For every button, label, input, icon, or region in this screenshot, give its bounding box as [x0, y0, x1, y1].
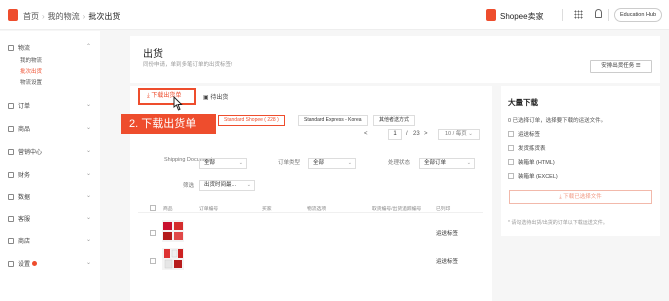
sidebar-item-batch-shipping[interactable]: 批次出货 — [20, 67, 42, 75]
step-callout: 2. 下载出货单 — [121, 114, 216, 134]
option-packing-list-excel[interactable]: 装箱单 (EXCEL) — [508, 172, 558, 180]
seller-center-label: Shopee卖家 — [500, 12, 544, 21]
bulk-download-title: 大量下载 — [508, 98, 538, 107]
sidebar-item-logistics-settings[interactable]: 物流设置 — [20, 78, 42, 86]
divider — [608, 9, 609, 21]
sidebar-item-orders[interactable]: 订单 — [8, 101, 30, 110]
marketing-icon — [8, 149, 14, 155]
process-status-select[interactable]: 全部订单 ⌄ — [419, 158, 475, 169]
chevron-down-icon[interactable]: ⌄ — [86, 170, 91, 177]
checkbox[interactable] — [508, 173, 514, 179]
settings-icon — [8, 261, 14, 267]
sidebar-item-finance[interactable]: 财务 — [8, 170, 30, 179]
page-total: 23 — [413, 131, 420, 137]
chevron-down-icon[interactable]: ⌄ — [86, 101, 91, 108]
chevron-down-icon: ⌄ — [468, 131, 473, 137]
sidebar-item-customer-service[interactable]: 客服 — [8, 214, 30, 223]
page-subtitle: 同份申请，单到多笔订单的出货标签! — [143, 62, 233, 68]
breadcrumb-current: 批次出货 — [88, 12, 121, 21]
column-logistics-option: 物流选项 — [307, 207, 327, 212]
breadcrumb-home[interactable]: 首页 — [23, 12, 39, 21]
sidebar-item-data[interactable]: 数据 — [8, 192, 30, 201]
column-printed: 已列印 — [436, 207, 451, 212]
chat-icon — [8, 216, 14, 222]
education-hub-button[interactable]: Education Hub — [614, 8, 662, 22]
per-page-select[interactable]: 10 / 每页 ⌄ — [438, 129, 480, 140]
finance-icon — [8, 172, 14, 178]
filter-select[interactable]: 出货时间最... ⌄ — [199, 180, 255, 191]
sidebar-item-products[interactable]: 商品 — [8, 124, 30, 133]
seller-logo-icon — [486, 9, 496, 21]
order-type-label: 订单类型 — [278, 160, 301, 166]
chevron-down-icon: ⌄ — [347, 160, 352, 166]
sidebar-item-marketing[interactable]: 营销中心 — [8, 147, 42, 156]
column-tracking-number: 取货编号/出货追踪编号 — [372, 207, 422, 212]
chevron-down-icon[interactable]: ⌄ — [86, 192, 91, 199]
chart-icon — [8, 194, 14, 200]
option-pick-list[interactable]: 发货拣货表 — [508, 144, 546, 152]
filter-label: 筛选 — [183, 183, 195, 189]
page-separator: / — [406, 131, 408, 137]
chevron-down-icon[interactable]: ⌄ — [86, 214, 91, 221]
order-icon — [8, 103, 14, 109]
checkbox[interactable] — [508, 145, 514, 151]
chevron-up-icon[interactable]: ⌃ — [86, 43, 91, 50]
notification-dot — [32, 261, 38, 266]
sidebar-item-shop[interactable]: 商店 — [8, 236, 30, 245]
channel-other[interactable]: 其他者送方式 — [373, 115, 416, 126]
chevron-down-icon[interactable]: ⌄ — [86, 124, 91, 131]
column-buyer: 买家 — [262, 207, 272, 212]
shipping-document-select[interactable]: 全部 ⌄ — [199, 158, 247, 169]
apps-grid-icon[interactable] — [574, 10, 583, 19]
chevron-down-icon[interactable]: ⌄ — [86, 236, 91, 243]
notification-bell-icon[interactable] — [595, 9, 602, 18]
row-checkbox[interactable] — [150, 230, 156, 236]
pointer-cursor-icon — [173, 96, 183, 111]
arrange-shipping-task-button[interactable]: 安排出货任务 ☰ — [590, 60, 652, 73]
shipping-document-label: Shipping Document — [164, 157, 213, 163]
prev-page-button[interactable]: < — [364, 131, 368, 137]
shopee-logo-icon[interactable] — [8, 9, 18, 21]
sidebar-item-my-logistics[interactable]: 我的物流 — [20, 56, 42, 64]
breadcrumb-logistics[interactable]: 我的物流 — [48, 12, 80, 21]
chevron-down-icon: ⌄ — [246, 182, 251, 188]
column-order-number: 订单编号 — [199, 207, 219, 212]
tab-download-shipping-doc[interactable]: ⤓ 下载出货单 — [138, 88, 196, 105]
tab-pending-shipment[interactable]: ▣ 待出货 — [203, 92, 228, 101]
sidebar-item-settings[interactable]: 设置 — [8, 259, 38, 268]
option-shipping-label[interactable]: 运送标签 — [508, 130, 540, 138]
column-product: 商品 — [163, 207, 173, 212]
page-number-input[interactable]: 1 — [388, 129, 402, 140]
shop-icon — [8, 238, 14, 244]
product-thumbnail — [162, 248, 184, 270]
channel-standard-shopee[interactable]: Standard Shopee ( 228 ) — [218, 115, 285, 126]
chevron-down-icon[interactable]: ⌄ — [86, 259, 91, 266]
chevron-down-icon: ⌄ — [466, 160, 471, 166]
checkbox[interactable] — [508, 159, 514, 165]
row-checkbox[interactable] — [150, 258, 156, 264]
chevron-down-icon: ⌄ — [238, 160, 243, 166]
top-bar: 首页 › 我的物流 › 批次出货 Shopee卖家 Education Hub — [0, 0, 669, 30]
page-title: 出货 — [143, 49, 163, 60]
select-all-checkbox[interactable] — [150, 205, 156, 211]
download-selected-button[interactable]: ⤓ 下载已选择文件 — [509, 190, 652, 204]
next-page-button[interactable]: > — [424, 131, 428, 137]
breadcrumb: 首页 › 我的物流 › 批次出货 — [23, 12, 121, 21]
chevron-down-icon[interactable]: ⌄ — [86, 147, 91, 154]
truck-icon — [8, 45, 14, 51]
order-type-select[interactable]: 全部 ⌄ — [308, 158, 356, 169]
sidebar-item-logistics[interactable]: 物流 — [8, 43, 30, 52]
divider — [562, 9, 563, 21]
process-status-label: 处理状态 — [388, 160, 411, 166]
checkbox[interactable] — [508, 131, 514, 137]
bulk-download-subtitle: 0 已选择订单，选择要下载的运送文件。 — [508, 118, 607, 124]
shipping-label-link[interactable]: 运送标签 — [436, 229, 458, 237]
option-packing-list-html[interactable]: 装箱单 (HTML) — [508, 158, 555, 166]
channel-standard-express-korea[interactable]: Standard Express - Korea — [298, 115, 368, 126]
product-icon — [8, 126, 14, 132]
bulk-download-note: * 请勾选待出货/出货的订单以下载运送文件。 — [508, 220, 608, 226]
product-thumbnail — [162, 220, 184, 242]
shipping-label-link[interactable]: 运送标签 — [436, 257, 458, 265]
